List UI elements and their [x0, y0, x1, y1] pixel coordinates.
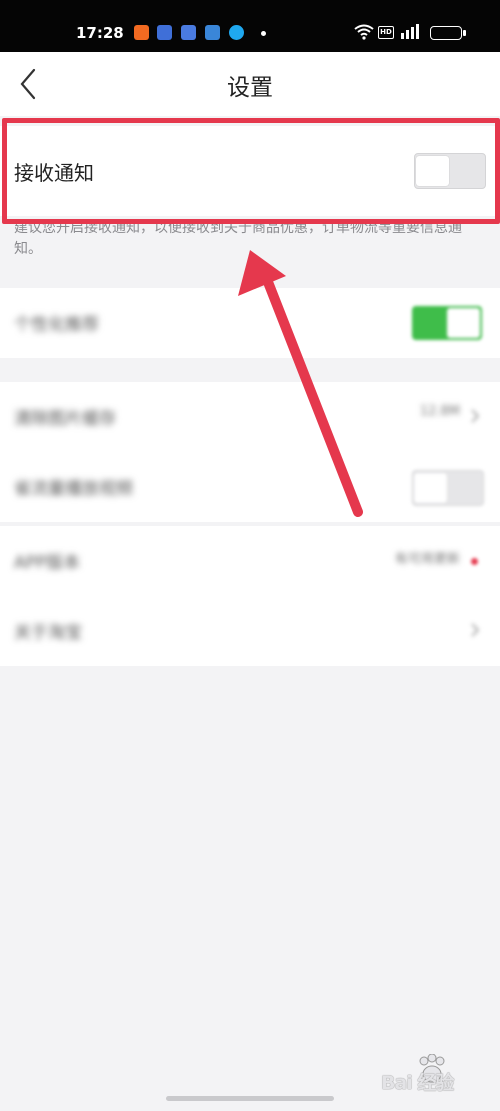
settings-row-data-saver[interactable]: 省流量播放视频	[0, 452, 500, 522]
personalized-toggle[interactable]	[412, 306, 482, 340]
signal-icon	[401, 24, 419, 39]
settings-row-about[interactable]: 关于淘宝	[0, 596, 500, 666]
header: 设置	[0, 52, 500, 116]
notification-toggle[interactable]	[414, 153, 486, 189]
home-indicator[interactable]	[166, 1096, 334, 1101]
settings-row-personalized[interactable]: 个性化推荐	[0, 288, 500, 358]
wifi-icon	[354, 24, 374, 40]
settings-row-label: APP版本	[14, 553, 81, 573]
battery-icon	[430, 26, 466, 40]
message-icon	[181, 25, 196, 40]
data-saver-toggle[interactable]	[412, 470, 484, 506]
settings-row-label: 关于淘宝	[14, 623, 82, 643]
settings-row-app-version[interactable]: APP版本 有可用更新	[0, 526, 500, 596]
cache-size-value: 12.8M	[419, 404, 460, 419]
toggle-knob	[414, 473, 447, 503]
settings-row-label: 个性化推荐	[14, 315, 99, 335]
notification-label: 接收通知	[14, 161, 94, 185]
mail-icon	[205, 25, 220, 40]
hd-badge: HD	[378, 26, 394, 39]
toggle-knob	[447, 308, 480, 338]
status-time: 17:28	[76, 24, 124, 42]
more-notifications-icon	[261, 31, 266, 36]
app-version-value: 有可用更新	[394, 552, 460, 567]
watermark-logo: Bai 经验	[381, 1054, 491, 1100]
update-dot-icon	[471, 558, 478, 565]
settings-row-clear-cache[interactable]: 清除图片缓存 12.8M	[0, 382, 500, 452]
watermark-text: Bai 经验	[381, 1072, 454, 1094]
toutiao-icon	[157, 25, 172, 40]
chevron-right-icon	[471, 409, 480, 423]
chevron-right-icon	[471, 623, 480, 637]
status-bar: 17:28 HD	[0, 0, 500, 52]
settings-row-label: 省流量播放视频	[14, 479, 133, 499]
notification-description: 建议您开启接收通知，以便接收到关于商品优惠，订单物流等重要信息通知。	[14, 220, 462, 257]
qq-icon	[229, 25, 244, 40]
taobao-icon	[134, 25, 149, 40]
toggle-knob	[416, 156, 449, 186]
settings-row-label: 清除图片缓存	[14, 409, 116, 429]
page-title: 设置	[227, 75, 273, 101]
notification-setting-row: 接收通知	[0, 126, 500, 216]
